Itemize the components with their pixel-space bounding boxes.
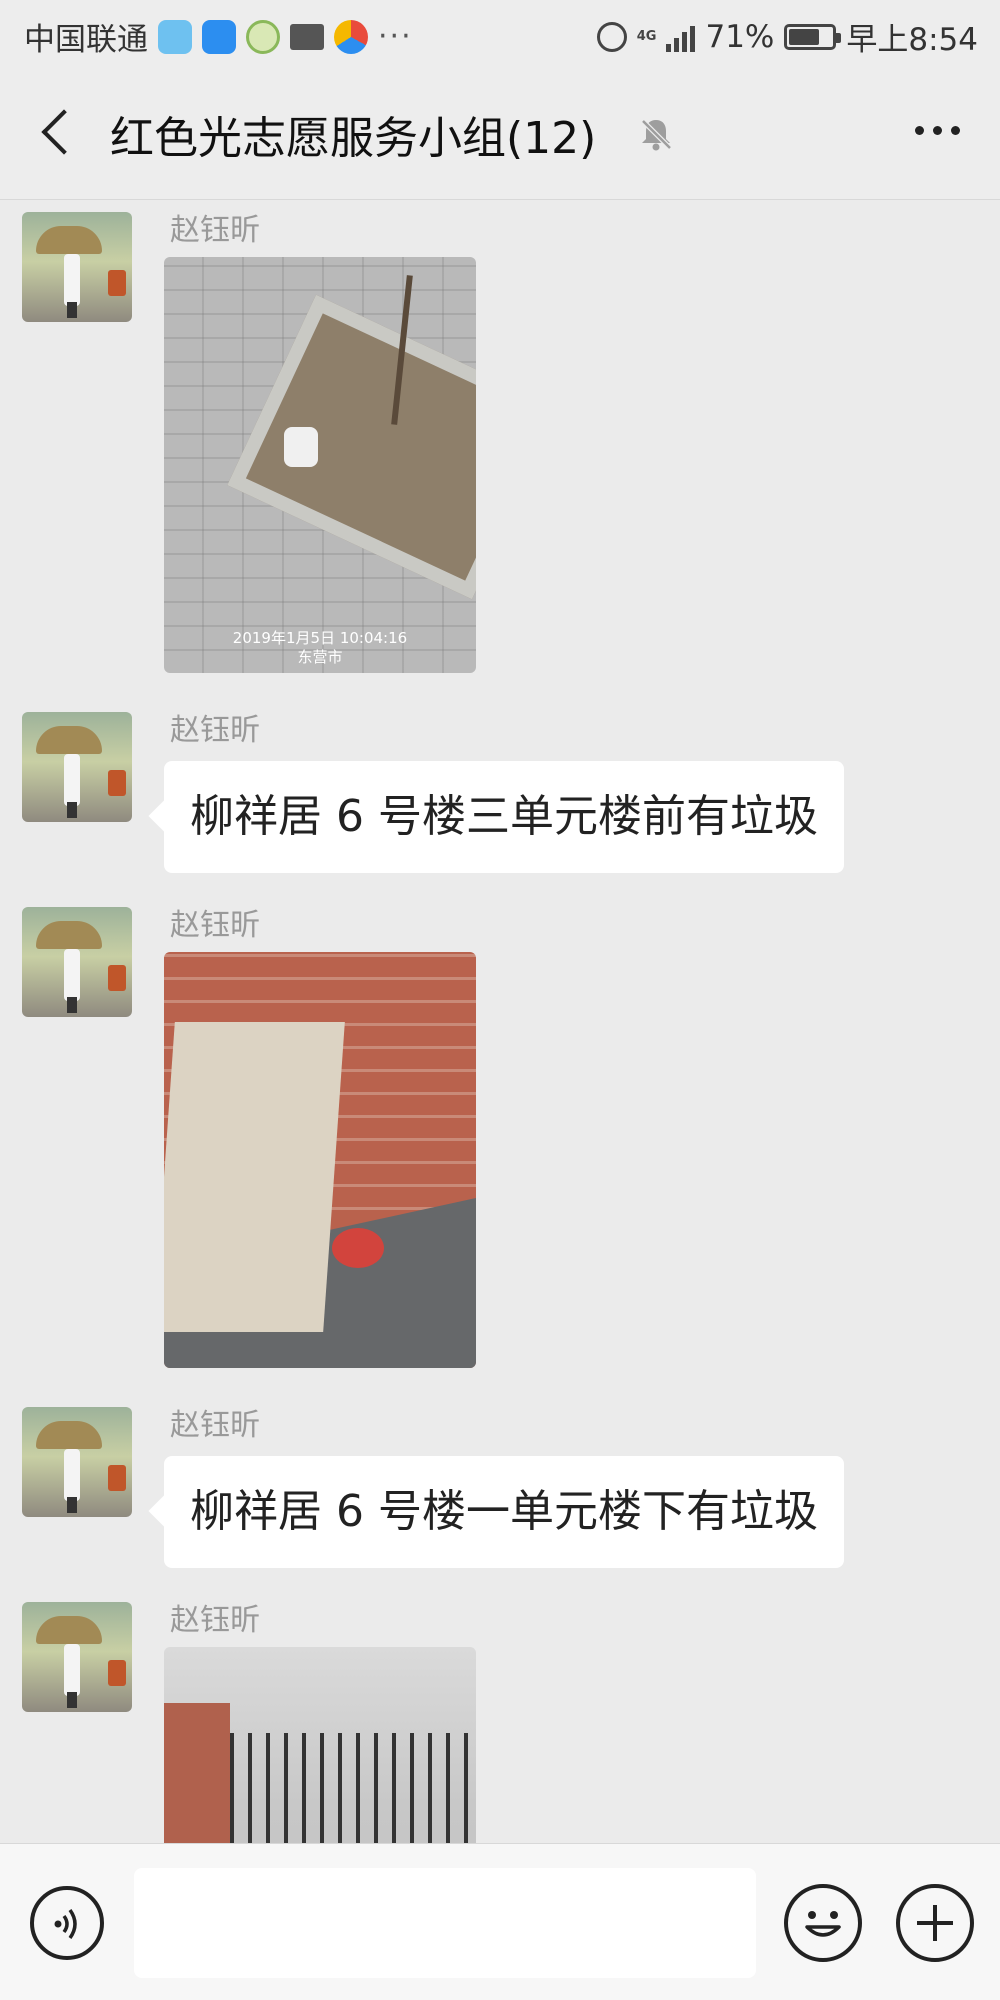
image-timestamp: 2019年1月5日 10:04:16 东营市 — [164, 629, 476, 667]
sender-name: 赵钰昕 — [170, 908, 260, 943]
avatar[interactable] — [22, 212, 132, 322]
battery-icon — [784, 23, 842, 50]
chevron-left-icon — [41, 109, 87, 155]
back-button[interactable] — [30, 104, 90, 164]
message-image[interactable]: 2019年1月5日 10:04:16 东营市 — [164, 257, 476, 673]
sender-name: 赵钰昕 — [170, 713, 260, 748]
message-image[interactable] — [164, 1647, 476, 1843]
status-left: 中国联通 ··· — [24, 14, 413, 59]
emoji-icon — [805, 1911, 841, 1937]
battery-percent: 71% — [705, 18, 775, 55]
message-item: 赵钰昕 柳祥居 6 号楼三单元楼前有垃圾 — [0, 705, 1000, 885]
message-item: 赵钰昕 2019年1月5日 10:04:16 东营市 — [0, 205, 1000, 685]
notification-app2-icon — [246, 19, 280, 54]
message-item: 赵钰昕 — [0, 900, 1000, 1380]
input-bar — [0, 1843, 1000, 2000]
more-options-button[interactable] — [915, 126, 960, 135]
message-bubble[interactable]: 柳祥居 6 号楼三单元楼前有垃圾 — [164, 761, 844, 873]
notification-qq-icon — [202, 19, 236, 54]
image-timestamp-place: 东营市 — [297, 648, 343, 666]
alarm-icon — [596, 21, 627, 52]
message-list[interactable]: 赵钰昕 2019年1月5日 10:04:16 东营市 赵钰昕 柳祥居 6 号楼三… — [0, 201, 1000, 1843]
message-item: 赵钰昕 — [0, 1595, 1000, 1843]
carrier-name: 中国联通 — [24, 22, 148, 58]
message-input[interactable] — [134, 1868, 756, 1978]
signal-icon — [666, 22, 696, 52]
battery-fill — [789, 28, 820, 45]
more-dot — [933, 126, 942, 135]
chat-header: 红色光志愿服务小组(12) — [0, 68, 1000, 200]
mail-icon — [290, 23, 324, 50]
avatar[interactable] — [22, 712, 132, 822]
clock: 早上8:54 — [846, 22, 978, 58]
more-dot — [951, 126, 960, 135]
message-bubble[interactable]: 柳祥居 6 号楼一单元楼下有垃圾 — [164, 1456, 844, 1568]
voice-icon — [54, 1908, 77, 1940]
sender-name: 赵钰昕 — [170, 213, 260, 248]
sender-name: 赵钰昕 — [170, 1408, 260, 1443]
plus-button[interactable] — [896, 1884, 974, 1962]
voice-input-button[interactable] — [30, 1886, 104, 1960]
emoji-button[interactable] — [784, 1884, 862, 1962]
status-bar: 中国联通 ··· 4G 71% 早上8:54 — [0, 0, 1000, 68]
status-right: 4G 71% 早上8:54 — [596, 14, 978, 59]
more-notifications-icon: ··· — [378, 19, 413, 54]
bell-off-icon — [641, 119, 672, 151]
avatar[interactable] — [22, 1602, 132, 1712]
sender-name: 赵钰昕 — [170, 1603, 260, 1638]
network-type: 4G — [636, 29, 657, 44]
avatar[interactable] — [22, 907, 132, 1017]
message-item: 赵钰昕 柳祥居 6 号楼一单元楼下有垃圾 — [0, 1400, 1000, 1580]
notification-app3-icon — [334, 19, 368, 54]
chat-title: 红色光志愿服务小组(12) — [110, 113, 597, 164]
message-image[interactable] — [164, 952, 476, 1368]
avatar[interactable] — [22, 1407, 132, 1517]
more-dot — [915, 126, 924, 135]
notification-app-icon — [158, 19, 192, 54]
image-timestamp-date: 2019年1月5日 10:04:16 — [232, 629, 408, 647]
